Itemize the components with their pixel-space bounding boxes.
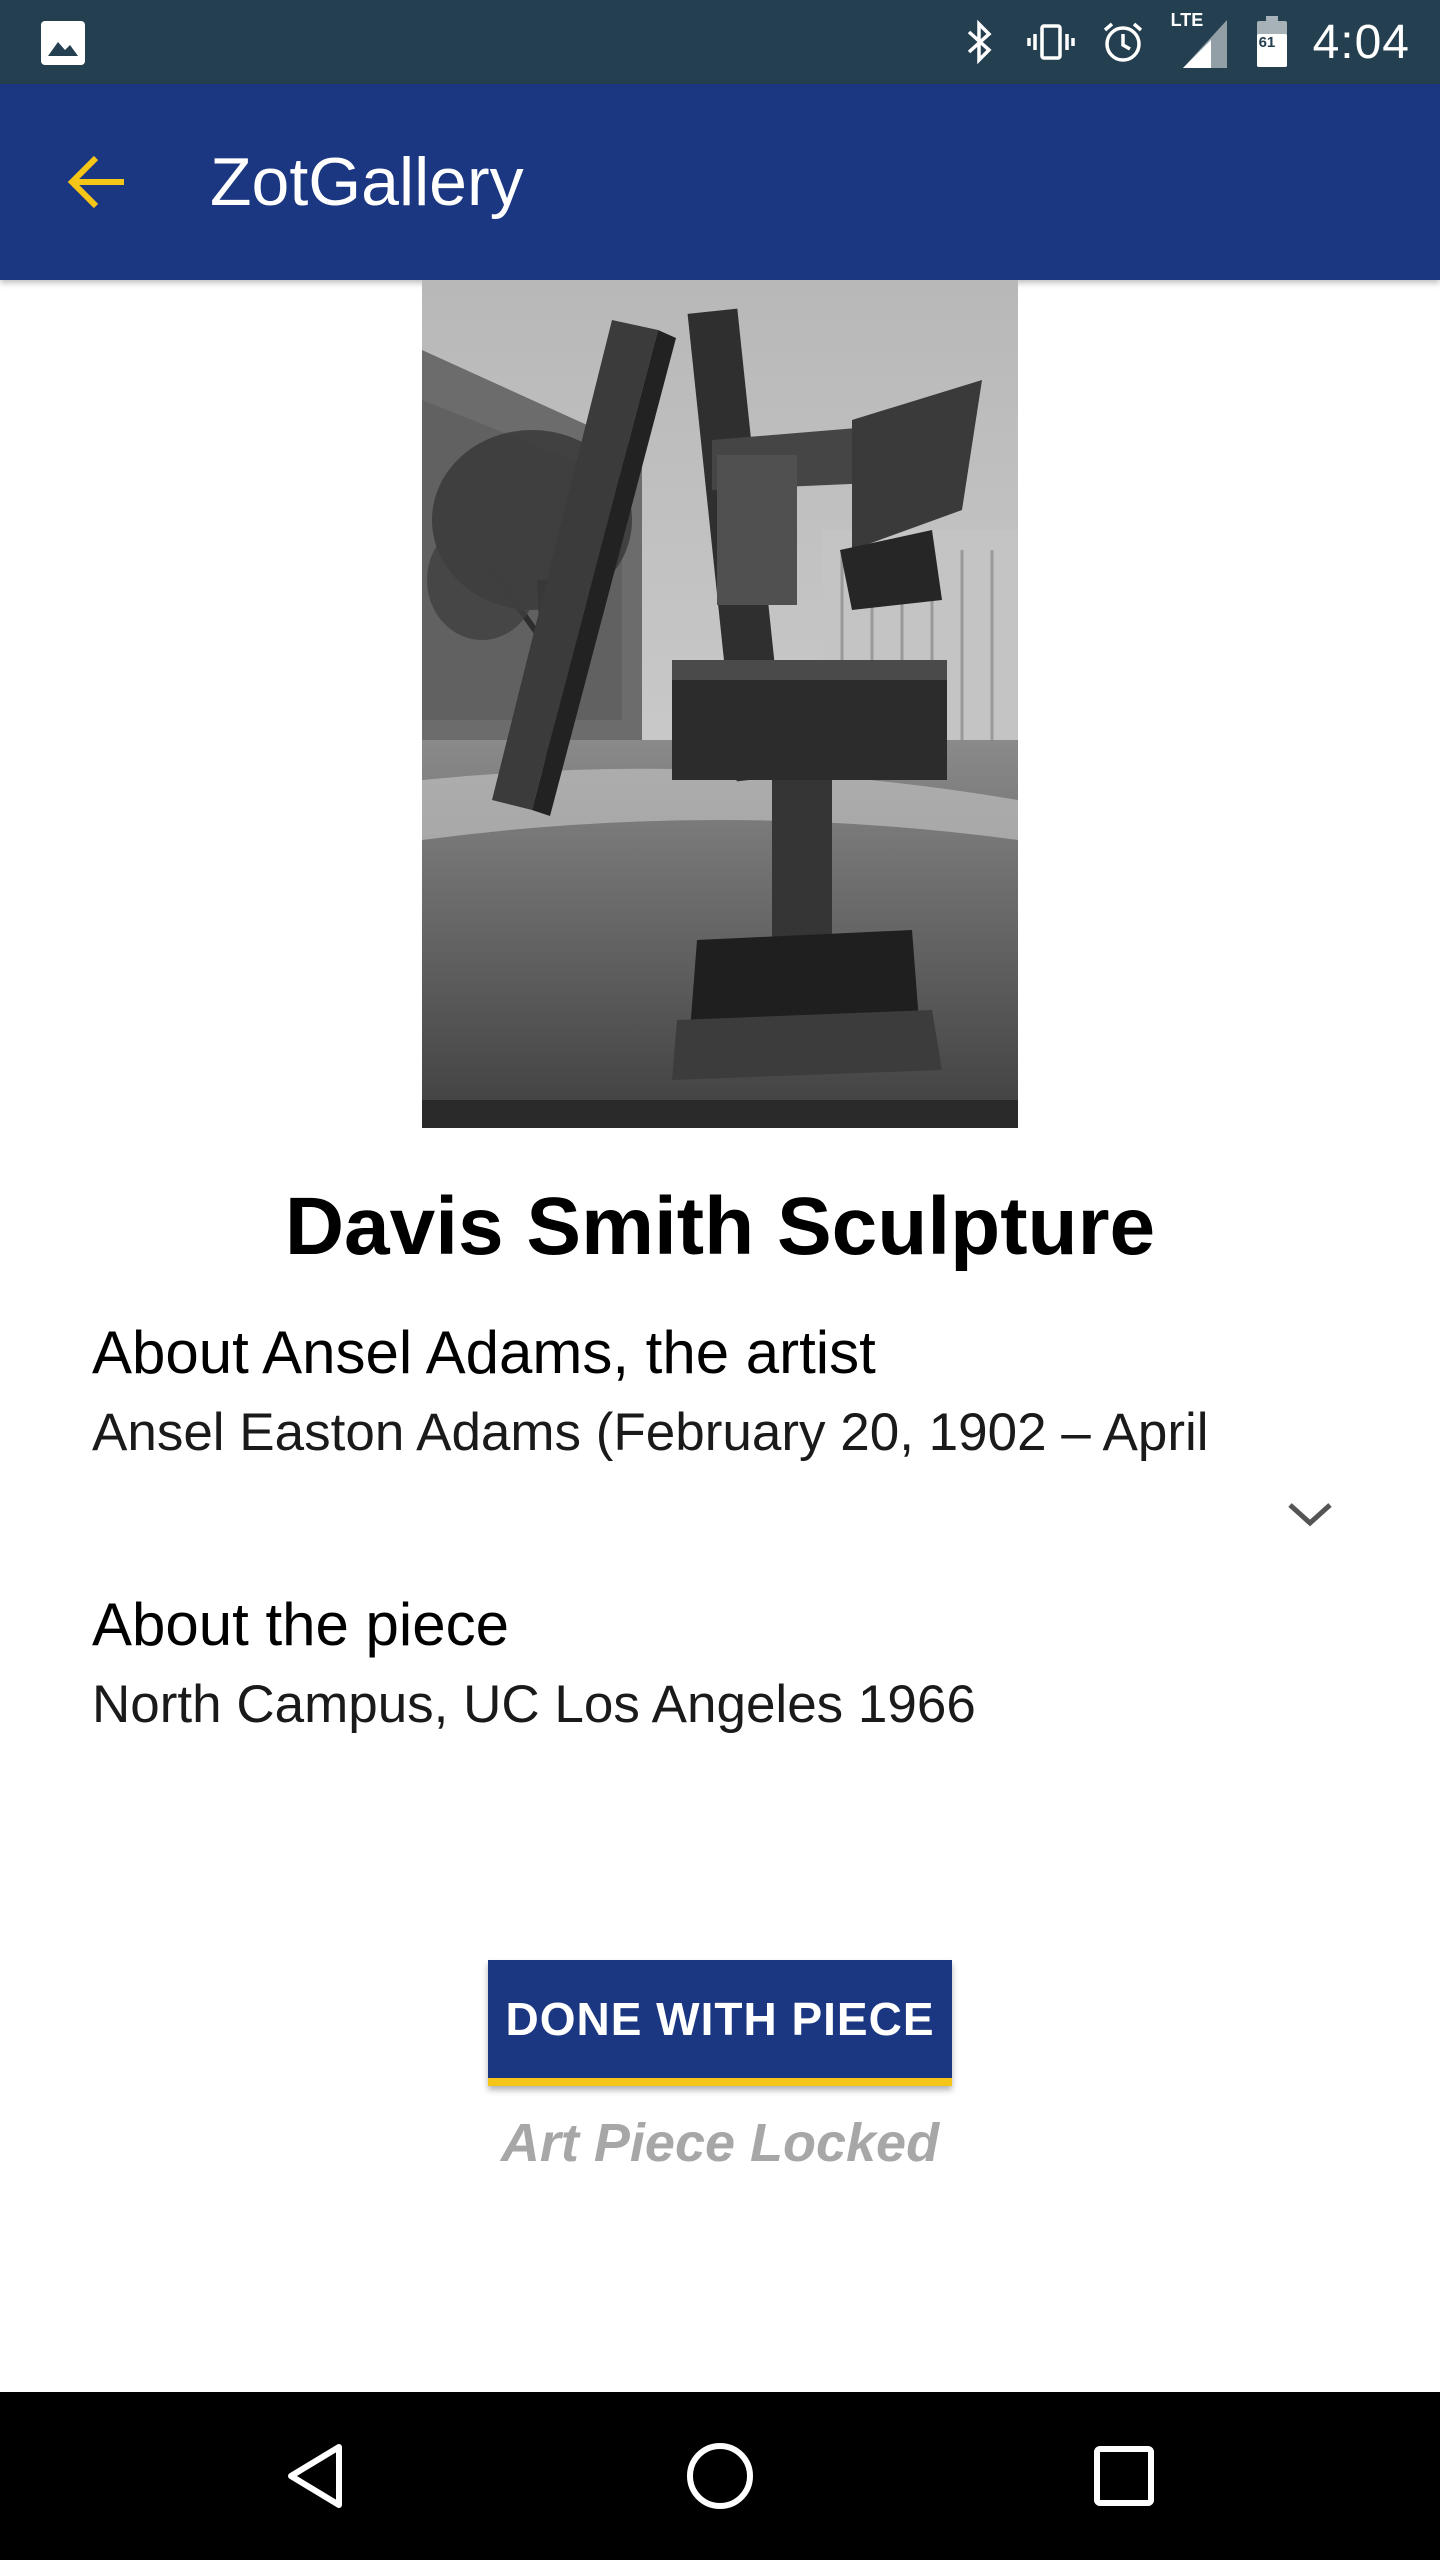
lte-label: LTE	[1170, 10, 1204, 30]
nav-back-button[interactable]	[266, 2426, 366, 2526]
home-circle-icon	[687, 2443, 753, 2509]
image-notification-icon	[40, 20, 86, 66]
system-nav-bar	[0, 2392, 1440, 2560]
chevron-down-icon	[1288, 1503, 1332, 1527]
back-triangle-icon	[288, 2444, 342, 2508]
expand-artist-button[interactable]	[1280, 1490, 1340, 1538]
back-button[interactable]	[50, 134, 146, 230]
status-bar: LTE 61 4:04	[0, 0, 1440, 84]
clock: 4:04	[1312, 15, 1410, 69]
app-title: ZotGallery	[210, 144, 524, 220]
battery-icon: 61	[1255, 16, 1289, 68]
done-with-piece-button[interactable]: DONE WITH PIECE	[488, 1960, 952, 2086]
lte-signal-icon: LTE	[1170, 10, 1231, 72]
nav-home-button[interactable]	[670, 2426, 770, 2526]
piece-section-heading: About the piece	[92, 1591, 509, 1658]
status-icons: LTE 61 4:04	[955, 0, 1410, 84]
nav-recents-button[interactable]	[1074, 2426, 1174, 2526]
battery-level: 61	[1258, 34, 1276, 51]
piece-title: Davis Smith Sculpture	[284, 1181, 1156, 1272]
alarm-icon	[1103, 22, 1142, 62]
arrow-left-icon	[67, 155, 124, 209]
piece-section-body: North Campus, UC Los Angeles 1966	[92, 1675, 976, 1734]
app-bar: ZotGallery	[0, 84, 1440, 280]
vibrate-icon	[1026, 24, 1075, 60]
artist-section-heading: About Ansel Adams, the artist	[92, 1319, 876, 1386]
artwork-photo	[422, 280, 1018, 1128]
art-piece-locked-status: Art Piece Locked	[500, 2113, 940, 2173]
artist-section-body: Ansel Easton Adams (February 20, 1902 – …	[92, 1403, 1209, 1462]
bluetooth-icon	[967, 19, 992, 65]
recents-square-icon	[1094, 2446, 1154, 2506]
